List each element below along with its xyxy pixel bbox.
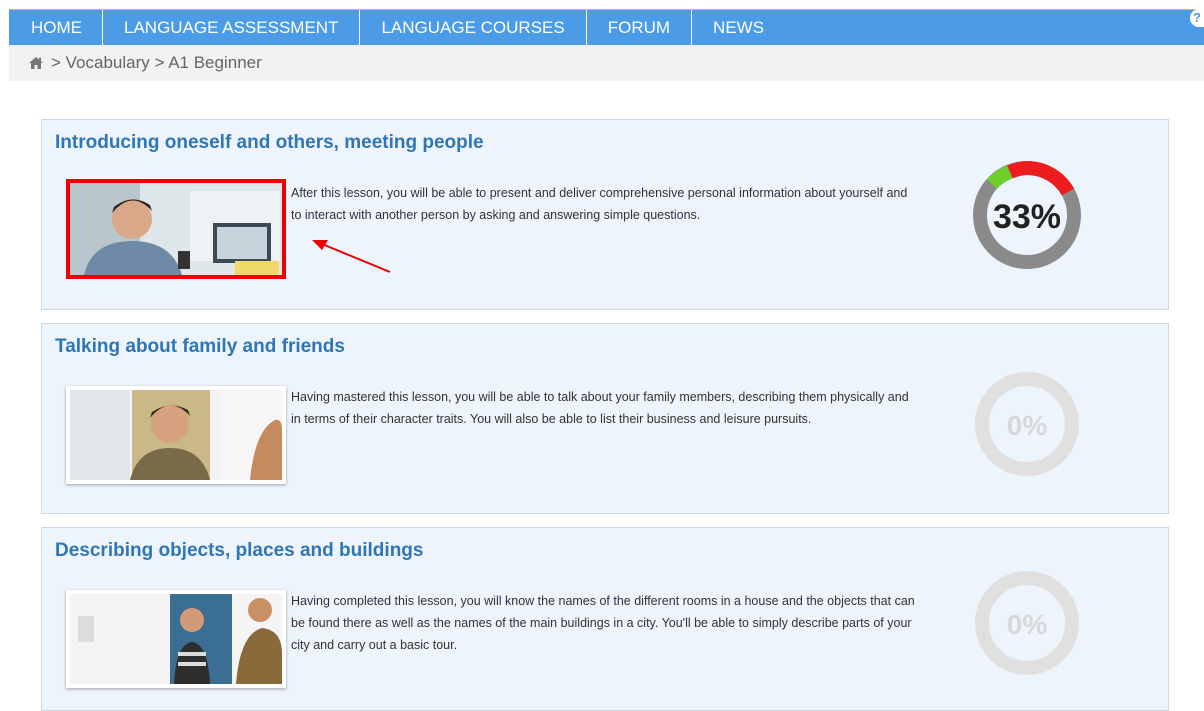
lesson-title[interactable]: Describing objects, places and buildings (55, 540, 423, 562)
lesson-description: After this lesson, you will be able to p… (291, 186, 908, 222)
home-icon[interactable] (28, 56, 44, 70)
lesson-thumbnail[interactable] (66, 590, 286, 688)
progress-label: 0% (1007, 609, 1048, 640)
lesson-image (70, 390, 282, 480)
lesson-image (70, 183, 282, 275)
nav-language-courses[interactable]: LANGUAGE COURSES (360, 10, 587, 45)
main-nav: HOME LANGUAGE ASSESSMENT LANGUAGE COURSE… (9, 9, 1204, 45)
breadcrumb: > Vocabulary > A1 Beginner (9, 45, 1204, 81)
nav-forum[interactable]: FORUM (587, 10, 693, 45)
nav-language-assessment[interactable]: LANGUAGE ASSESSMENT (103, 10, 361, 45)
progress-ring[interactable]: 0% (972, 568, 1082, 678)
lesson-card-objects: Describing objects, places and buildings… (41, 527, 1169, 711)
nav-news[interactable]: NEWS (692, 10, 785, 45)
lesson-thumbnail[interactable] (66, 386, 286, 484)
question-circle-icon[interactable]: ? (1190, 9, 1204, 27)
lesson-thumbnail[interactable] (66, 179, 286, 279)
progress-label: 33% (993, 198, 1061, 236)
lesson-description: Having completed this lesson, you will k… (291, 594, 915, 652)
lesson-title[interactable]: Introducing oneself and others, meeting … (55, 132, 484, 154)
progress-label: 0% (1007, 410, 1048, 441)
lesson-card-family: Talking about family and friends Having … (41, 323, 1169, 514)
progress-ring[interactable]: 0% (972, 369, 1082, 479)
lesson-image (70, 594, 282, 684)
nav-home[interactable]: HOME (9, 10, 103, 45)
lesson-title[interactable]: Talking about family and friends (55, 336, 345, 358)
lesson-card-introducing: Introducing oneself and others, meeting … (41, 119, 1169, 310)
breadcrumb-trail: > Vocabulary > A1 Beginner (51, 53, 262, 72)
top-strip (0, 0, 1204, 9)
progress-ring[interactable]: 33% (972, 160, 1082, 270)
lesson-description: Having mastered this lesson, you will be… (291, 390, 909, 426)
